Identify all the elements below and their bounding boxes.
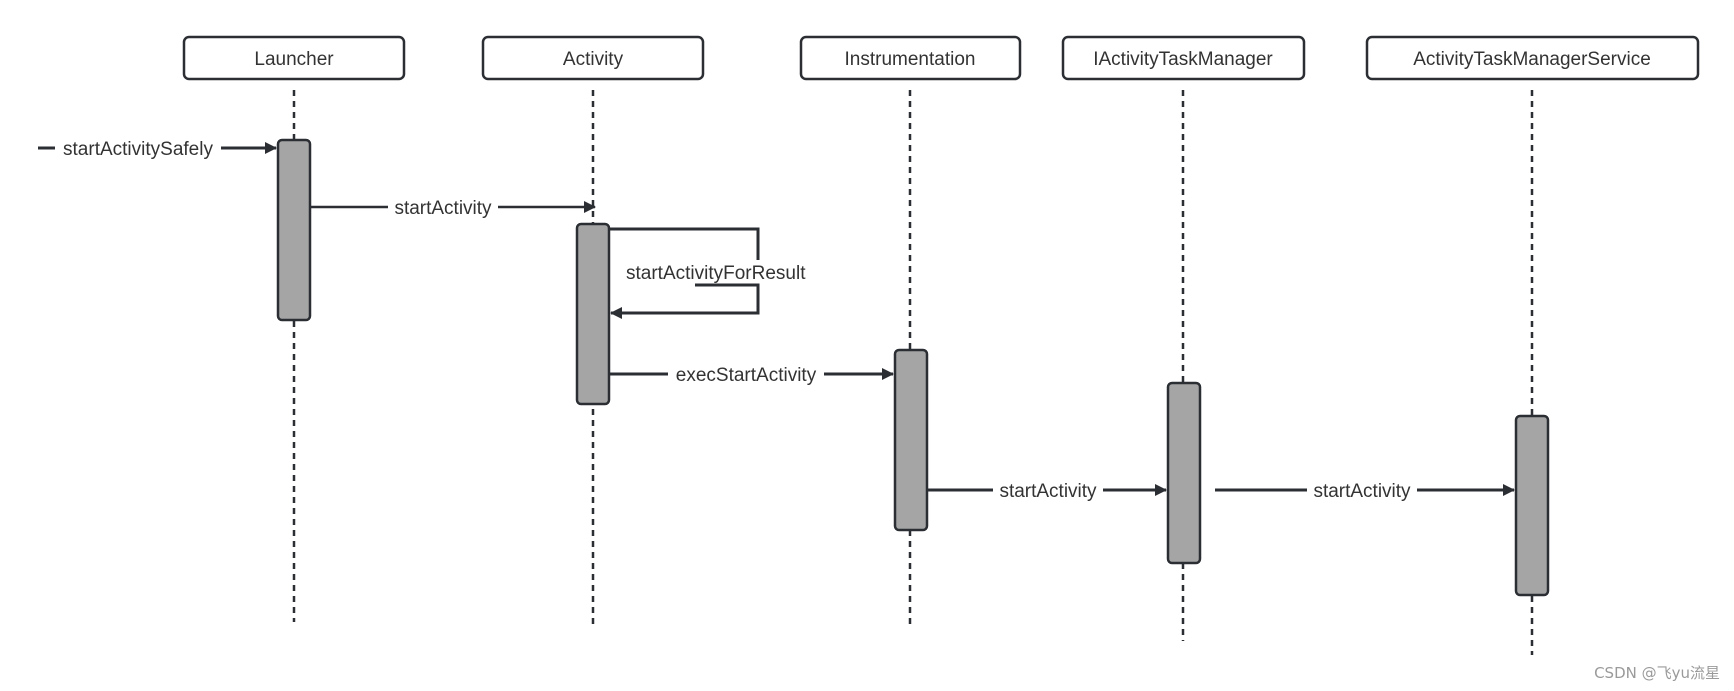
message-label: startActivity: [1313, 481, 1411, 502]
participant-label: Instrumentation: [845, 49, 976, 70]
message-startActivity-launcher-activity: startActivity: [310, 195, 596, 219]
message-startActivityForResult: startActivityForResult: [609, 227, 806, 319]
sequence-diagram: Launcher Activity Instrumentation IActiv…: [38, 35, 1700, 655]
watermark: CSDN @飞yu流星: [1594, 664, 1720, 682]
message-startActivitySafely: startActivitySafely: [38, 136, 277, 160]
message-label: startActivitySafely: [63, 139, 213, 160]
message-execStartActivity: execStartActivity: [609, 362, 894, 386]
activation-atms: [1514, 414, 1550, 597]
message-label: startActivity: [999, 481, 1097, 502]
participant-label: IActivityTaskManager: [1093, 49, 1273, 70]
activation-activity: [575, 222, 611, 406]
participant-label: ActivityTaskManagerService: [1413, 49, 1651, 70]
participant-launcher: Launcher: [182, 35, 406, 81]
activation-launcher: [276, 138, 312, 322]
message-startActivity-iatm-atms: startActivity: [1215, 478, 1515, 502]
activation-instrumentation: [893, 348, 929, 532]
message-startActivity-instrumentation-iatm: startActivity: [927, 478, 1167, 502]
message-label: execStartActivity: [676, 365, 817, 386]
participant-label: Activity: [563, 49, 624, 70]
activation-iatm: [1166, 381, 1202, 565]
participant-instrumentation: Instrumentation: [799, 35, 1022, 81]
message-label: startActivity: [394, 198, 492, 219]
participant-atms: ActivityTaskManagerService: [1365, 35, 1700, 81]
participant-activity: Activity: [481, 35, 705, 81]
participant-iatm: IActivityTaskManager: [1061, 35, 1306, 81]
participant-label: Launcher: [254, 49, 334, 70]
message-label: startActivityForResult: [626, 263, 806, 284]
